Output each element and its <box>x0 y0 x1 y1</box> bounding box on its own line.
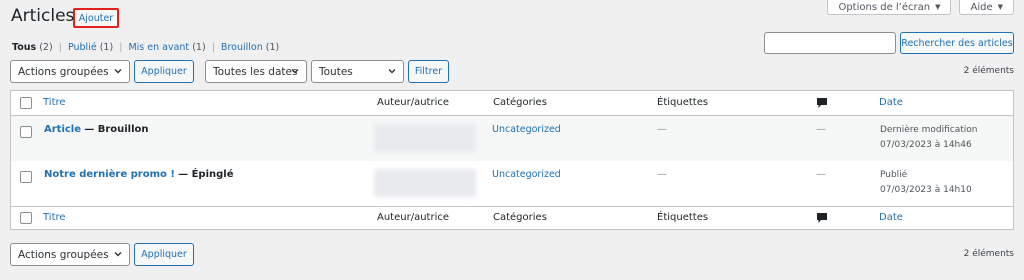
screen-meta-links: Options de l’écran ▼ Aide ▼ <box>827 0 1014 15</box>
comments-value: — <box>816 169 826 180</box>
column-categories: Catégories <box>493 212 547 223</box>
filter-all-link[interactable]: Tous <box>12 42 36 53</box>
category-link[interactable]: Uncategorized <box>492 124 561 135</box>
column-title-sort[interactable]: Titre <box>43 212 66 223</box>
column-categories: Catégories <box>493 97 547 108</box>
help-label: Aide <box>970 1 993 13</box>
caret-down-icon: ▼ <box>997 3 1003 11</box>
filter-all-count: (2) <box>39 42 53 53</box>
page-title: Articles <box>11 6 75 26</box>
table-row: Notre dernière promo ! — Épinglé Uncateg… <box>11 161 1013 206</box>
bulk-actions-value: Actions groupées <box>18 248 109 261</box>
post-title-cell: Article — Brouillon <box>44 124 149 135</box>
bulk-actions-select-bottom[interactable]: Actions groupées <box>10 243 130 266</box>
screen-options-button[interactable]: Options de l’écran ▼ <box>827 0 952 15</box>
search-posts-button[interactable]: Rechercher des articles <box>900 32 1014 54</box>
apply-button-bottom[interactable]: Appliquer <box>134 243 194 266</box>
chevron-down-icon <box>114 69 122 74</box>
filter-published-link[interactable]: Publié <box>68 42 97 53</box>
column-tags: Étiquettes <box>657 97 709 108</box>
bulk-actions-value: Actions groupées <box>18 65 109 78</box>
separator: | <box>211 42 215 53</box>
select-all-checkbox[interactable] <box>20 212 32 224</box>
date-value: 07/03/2023 à 14h46 <box>880 140 972 150</box>
post-state: — Épinglé <box>178 169 234 180</box>
filter-sticky-link[interactable]: Mis en avant <box>128 42 189 53</box>
post-title-cell: Notre dernière promo ! — Épinglé <box>44 169 233 180</box>
filter-draft-count: (1) <box>265 42 280 53</box>
post-title-link[interactable]: Notre dernière promo ! <box>44 169 175 180</box>
column-title-sort[interactable]: Titre <box>43 97 66 108</box>
tags-value: — <box>657 124 667 135</box>
chevron-down-icon <box>291 69 299 74</box>
dates-select[interactable]: Toutes les dates <box>205 60 307 83</box>
filter-button[interactable]: Filtrer <box>408 60 449 83</box>
table-row: Article — Brouillon Uncategorized — — De… <box>11 116 1013 161</box>
categories-value: Toutes <box>319 65 353 78</box>
filter-draft-link[interactable]: Brouillon <box>221 42 263 53</box>
caret-down-icon: ▼ <box>935 3 941 11</box>
column-author: Auteur/autrice <box>377 212 449 223</box>
comment-icon <box>817 213 827 223</box>
post-title-link[interactable]: Article <box>44 124 81 135</box>
column-date-sort[interactable]: Date <box>879 212 903 223</box>
filter-sticky-count: (1) <box>192 42 206 53</box>
search-input[interactable] <box>764 32 896 54</box>
author-redacted <box>374 169 476 197</box>
posts-table: Titre Auteur/autrice Catégories Étiquett… <box>10 90 1014 230</box>
row-checkbox[interactable] <box>20 171 32 183</box>
author-redacted <box>374 124 476 152</box>
comment-icon <box>817 98 827 108</box>
tags-value: — <box>657 169 667 180</box>
apply-button[interactable]: Appliquer <box>134 60 194 83</box>
comments-value: — <box>816 124 826 135</box>
date-value: 07/03/2023 à 14h10 <box>880 185 972 195</box>
date-status: Publié <box>880 170 908 180</box>
add-new-button[interactable]: Ajouter <box>73 8 119 28</box>
table-footer: Titre Auteur/autrice Catégories Étiquett… <box>11 206 1013 230</box>
filter-published-count: (1) <box>99 42 114 53</box>
category-link[interactable]: Uncategorized <box>492 169 561 180</box>
post-state: — Brouillon <box>84 124 149 135</box>
screen-options-label: Options de l’écran <box>838 1 931 13</box>
select-all-checkbox[interactable] <box>20 97 32 109</box>
help-button[interactable]: Aide ▼ <box>959 0 1014 15</box>
table-header: Titre Auteur/autrice Catégories Étiquett… <box>11 91 1013 116</box>
separator: | <box>58 42 62 53</box>
column-date-sort[interactable]: Date <box>879 97 903 108</box>
bulk-actions-select[interactable]: Actions groupées <box>10 60 130 83</box>
items-count-bottom: 2 éléments <box>963 249 1014 259</box>
chevron-down-icon <box>114 252 122 257</box>
chevron-down-icon <box>388 69 396 74</box>
status-filter-links: Tous (2) | Publié (1) | Mis en avant (1)… <box>12 42 279 53</box>
row-checkbox[interactable] <box>20 126 32 138</box>
column-author: Auteur/autrice <box>377 97 449 108</box>
separator: | <box>119 42 123 53</box>
date-status: Dernière modification <box>880 125 978 135</box>
dates-value: Toutes les dates <box>213 65 298 78</box>
column-tags: Étiquettes <box>657 212 709 223</box>
categories-select[interactable]: Toutes <box>311 60 404 83</box>
items-count: 2 éléments <box>963 66 1014 76</box>
